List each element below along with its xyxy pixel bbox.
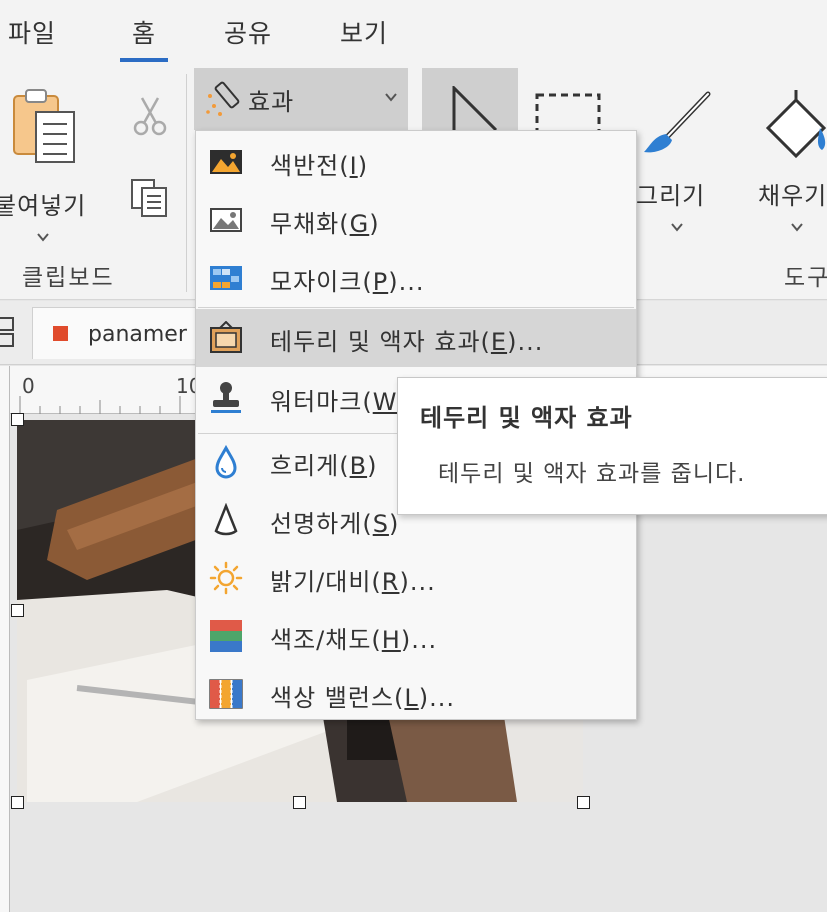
- menu-item-label: 선명하게(S): [270, 510, 400, 538]
- paste-button[interactable]: 붙여넣기: [0, 76, 110, 246]
- menu-divider: [198, 307, 634, 308]
- tooltip: 테두리 및 액자 효과 테두리 및 액자 효과를 줍니다.: [397, 377, 827, 515]
- image-file-icon: [53, 326, 68, 341]
- menu-item-mosaic[interactable]: 모자이크(P)...: [196, 249, 636, 307]
- document-tab-label: panamer: [88, 322, 187, 347]
- menu-item-label: 색상 밸런스(L)...: [270, 684, 456, 712]
- effects-button[interactable]: 효과: [194, 68, 408, 130]
- menu-item-label: 흐리게(B): [270, 452, 378, 480]
- menu-item-label: 모자이크(P)...: [270, 268, 425, 296]
- menu-tab-share[interactable]: 공유: [224, 14, 272, 50]
- menu-item-label: 테두리 및 액자 효과(E)...: [270, 328, 544, 356]
- menu-item-color-balance[interactable]: 색상 밸런스(L)...: [196, 665, 636, 723]
- clipboard-group-label: 클립보드: [22, 265, 115, 291]
- menu-bar: 파일 홈 공유 보기: [0, 0, 827, 66]
- tooltip-title: 테두리 및 액자 효과: [420, 404, 633, 432]
- grayscale-icon: [210, 208, 242, 232]
- frame-icon: [210, 321, 242, 353]
- menu-tab-file[interactable]: 파일: [8, 14, 56, 50]
- resize-handle-bottom-left[interactable]: [11, 796, 24, 809]
- cut-icon[interactable]: [132, 96, 168, 136]
- chevron-down-icon: [385, 93, 397, 102]
- resize-handle-top-left[interactable]: [11, 413, 24, 426]
- sharpen-icon: [214, 503, 238, 536]
- chevron-down-icon: [791, 223, 803, 232]
- effects-brush-icon: [206, 81, 240, 116]
- menu-item-label: 워터마크(W): [270, 388, 407, 416]
- fill-label[interactable]: 채우기: [758, 176, 827, 211]
- stamp-icon: [211, 382, 241, 413]
- menu-item-hue-saturation[interactable]: 색조/채도(H)...: [196, 607, 636, 665]
- chevron-down-icon: [671, 223, 683, 232]
- paint-bucket-icon[interactable]: [764, 88, 827, 158]
- draw-label[interactable]: 그리기: [636, 176, 705, 211]
- copy-icon[interactable]: [130, 178, 170, 218]
- tools-group-label: 도구: [784, 265, 827, 291]
- sun-icon: [209, 561, 243, 595]
- menu-item-invert-colors[interactable]: 색반전(I): [196, 133, 636, 191]
- paintbrush-icon[interactable]: [640, 90, 714, 160]
- chevron-down-icon: [37, 233, 49, 242]
- clipboard-icon: [13, 89, 75, 163]
- pointer-icon: [452, 86, 498, 130]
- mosaic-icon: [210, 266, 242, 290]
- group-divider: [186, 74, 187, 292]
- grid-view-icon[interactable]: [0, 317, 18, 349]
- resize-handle-bottom-right[interactable]: [577, 796, 590, 809]
- menu-item-label: 색조/채도(H)...: [270, 626, 438, 654]
- rectangle-select-icon[interactable]: [534, 92, 602, 132]
- effects-label: 효과: [248, 88, 295, 116]
- menu-tab-home[interactable]: 홈: [119, 14, 169, 62]
- menu-tab-view[interactable]: 보기: [340, 14, 388, 50]
- ruler-mark: 0: [22, 374, 35, 398]
- invert-colors-icon: [210, 150, 242, 174]
- tooltip-description: 테두리 및 액자 효과를 줍니다.: [438, 461, 746, 487]
- resize-handle-bottom[interactable]: [293, 796, 306, 809]
- menu-item-label: 색반전(I): [270, 152, 369, 180]
- resize-handle-left[interactable]: [11, 604, 24, 617]
- menu-item-label: 밝기/대비(R)...: [270, 568, 436, 596]
- hue-saturation-icon: [210, 620, 242, 652]
- menu-item-label: 무채화(G): [270, 210, 380, 238]
- color-balance-icon: [209, 679, 243, 709]
- water-drop-icon: [215, 445, 237, 479]
- vertical-ruler: [0, 366, 10, 912]
- paste-label: 붙여넣기: [0, 192, 87, 220]
- document-tab[interactable]: panamer: [32, 307, 212, 359]
- menu-item-brightness-contrast[interactable]: 밝기/대비(R)...: [196, 549, 636, 607]
- menu-item-grayscale[interactable]: 무채화(G): [196, 191, 636, 249]
- select-tool-button[interactable]: [422, 68, 518, 130]
- menu-item-border-frame[interactable]: 테두리 및 액자 효과(E)...: [196, 309, 636, 367]
